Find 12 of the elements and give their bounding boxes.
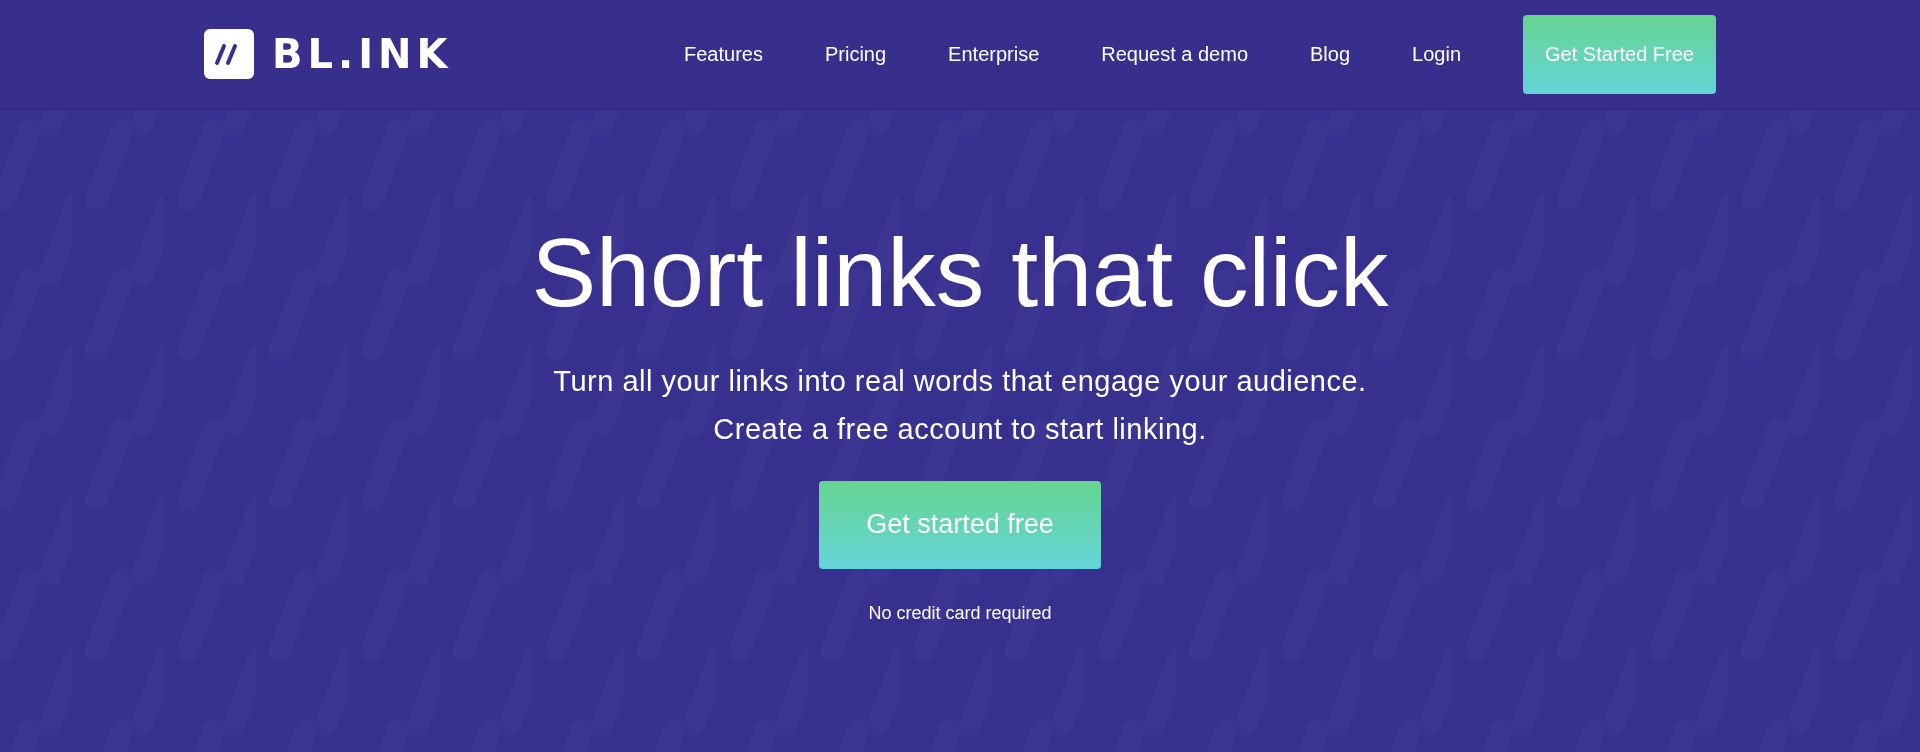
nav-link[interactable]: Features [684, 42, 763, 66]
disclaimer-text: No credit card required [868, 602, 1052, 624]
logo-icon[interactable] [204, 29, 254, 79]
hero-subtitle: Create a free account to start linking. [712, 411, 1208, 447]
nav-link[interactable]: Enterprise [948, 42, 1040, 66]
nav-link[interactable]: Request a demo [1101, 42, 1249, 66]
nav-link[interactable]: Blog [1310, 42, 1351, 66]
logo-wordmark[interactable]: BL.INK [272, 31, 453, 77]
nav-link[interactable]: Login [1412, 42, 1461, 66]
hero-subtitle: Turn all your links into real words that engage your audience. [553, 363, 1367, 399]
hero-headline: Short links that click [531, 220, 1389, 327]
nav-link[interactable]: Pricing [824, 42, 887, 66]
